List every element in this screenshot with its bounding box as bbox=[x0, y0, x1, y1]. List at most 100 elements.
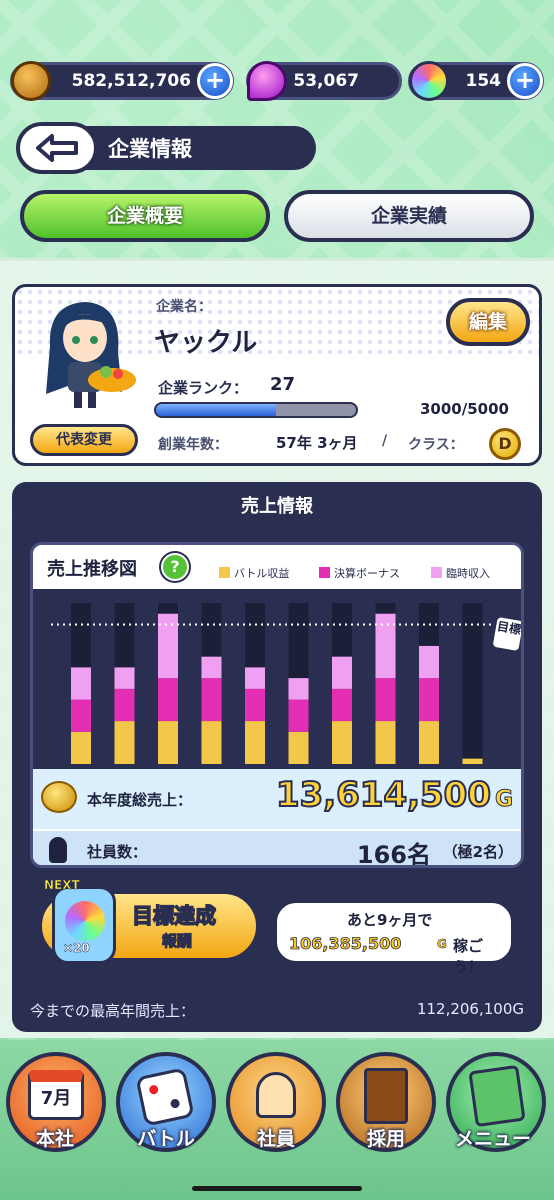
goal-count: ×20 bbox=[63, 941, 90, 956]
total-sales-value: 13,614,500 bbox=[275, 774, 492, 816]
total-sales-row: 本年度総売上： 13,614,500 G bbox=[33, 769, 521, 829]
change-representative-button[interactable]: 代表変更 bbox=[30, 424, 138, 456]
bar-segment-0-4 bbox=[245, 721, 265, 764]
bar-segment-2-4 bbox=[245, 667, 265, 689]
company-name-label: 企業名： bbox=[156, 299, 212, 315]
bar-segment-2-2 bbox=[158, 613, 178, 679]
sales-chart-box: 売上推移図 ? バトル収益 決算ボーナス 臨時収入 目標 本年度総売上： 13,… bbox=[30, 542, 524, 868]
staff-label: 社員数： bbox=[87, 843, 148, 861]
employee-icon bbox=[256, 1072, 296, 1118]
rainbow-orb-icon bbox=[65, 901, 105, 941]
goal-amount: 106,385,500 bbox=[289, 934, 402, 954]
back-arrow-icon bbox=[36, 134, 78, 162]
bar-segment-1-5 bbox=[288, 699, 309, 732]
bar-segment-0-5 bbox=[288, 731, 309, 764]
founded-value: 57年 3ヶ月 bbox=[276, 434, 358, 452]
bar-segment-1-0 bbox=[71, 699, 91, 732]
bar-segment-0-3 bbox=[201, 721, 222, 764]
separator: / bbox=[382, 433, 388, 449]
legend-battle: バトル収益 bbox=[219, 565, 289, 581]
chart-header: 売上推移図 ? バトル収益 決算ボーナス 臨時収入 bbox=[33, 545, 521, 589]
dice-icon bbox=[135, 1067, 195, 1127]
page-title: 企業情報 bbox=[108, 137, 192, 161]
reward-orb-box: ×20 bbox=[52, 886, 116, 964]
company-name: ヤックル bbox=[154, 328, 258, 358]
person-icon bbox=[49, 837, 67, 863]
total-sales-label: 本年度総売上： bbox=[87, 791, 193, 809]
rank-progress-bar bbox=[154, 402, 358, 418]
help-icon[interactable]: ? bbox=[161, 553, 189, 581]
staff-count: 166名 bbox=[356, 841, 431, 868]
founded-label: 創業年数： bbox=[158, 437, 228, 453]
bar-segment-2-8 bbox=[419, 645, 439, 679]
menu-book-icon bbox=[468, 1064, 526, 1128]
bar-track bbox=[462, 603, 483, 764]
bar-segment-1-7 bbox=[375, 678, 396, 722]
gem-counter[interactable]: 53,067 bbox=[246, 61, 402, 101]
add-orbs-button[interactable]: + bbox=[507, 63, 543, 99]
staff-extra: （極2名） bbox=[442, 843, 513, 861]
class-badge: D bbox=[489, 428, 521, 460]
best-sales-label: 今までの最高年間売上： bbox=[30, 1002, 196, 1020]
goal-message-2: 稼ごう！ bbox=[453, 937, 484, 976]
orb-value: 154 bbox=[465, 71, 502, 91]
bar-segment-2-3 bbox=[201, 656, 222, 679]
goal-message-bubble: あと9ヶ月で 106,385,500 G 稼ごう！ bbox=[274, 900, 514, 976]
company-rank-label: 企業ランク： bbox=[158, 379, 249, 397]
add-coins-button[interactable]: + bbox=[197, 63, 233, 99]
bar-segment-0-1 bbox=[114, 721, 135, 764]
rank-exp-value: 3000/5000 bbox=[420, 400, 509, 418]
coin-value: 582,512,706 bbox=[71, 71, 191, 91]
back-button[interactable] bbox=[16, 122, 98, 174]
bar-segment-1-8 bbox=[419, 678, 439, 722]
bar-segment-0-2 bbox=[158, 721, 178, 764]
representative-avatar[interactable] bbox=[30, 296, 140, 414]
bar-segment-0-8 bbox=[419, 721, 439, 764]
legend-battle-label: バトル収益 bbox=[234, 567, 290, 580]
bar-segment-1-3 bbox=[201, 678, 222, 722]
bar-segment-0-0 bbox=[71, 731, 91, 764]
rank-progress-fill bbox=[156, 404, 276, 416]
bar-segment-0-6 bbox=[332, 721, 352, 764]
orb-counter[interactable]: 154 + bbox=[408, 61, 544, 101]
goal-message-1: あと9ヶ月で bbox=[347, 911, 433, 929]
nav-recruit-label: 採用 bbox=[366, 1128, 405, 1150]
best-sales-value: 112,206,100G bbox=[416, 1000, 524, 1018]
home-indicator bbox=[192, 1186, 362, 1191]
goal-reward-button[interactable]: ×20 NEXT 目標達成 報酬 bbox=[38, 878, 260, 964]
drop-gem-icon bbox=[247, 61, 287, 101]
sales-bar-chart bbox=[51, 603, 495, 764]
legend-bonus: 決算ボーナス bbox=[319, 565, 400, 581]
sales-title: 売上情報 bbox=[241, 496, 313, 517]
legend-temp-label: 臨時収入 bbox=[446, 567, 490, 580]
class-label: クラス： bbox=[408, 437, 464, 453]
total-sales-unit: G bbox=[494, 787, 513, 813]
rainbow-orb-icon bbox=[409, 61, 449, 101]
company-rank-value: 27 bbox=[270, 374, 296, 395]
coin-stack-icon bbox=[41, 781, 77, 813]
nav-menu-label: メニュー bbox=[454, 1128, 531, 1150]
bar-segment-2-1 bbox=[114, 667, 135, 689]
tab-company-overview[interactable]: 企業概要 bbox=[20, 190, 270, 242]
coin-icon bbox=[11, 61, 51, 101]
bar-segment-2-6 bbox=[332, 656, 352, 689]
bar-segment-0-9 bbox=[462, 758, 483, 764]
staff-row: 社員数： 166名 （極2名） bbox=[33, 831, 521, 868]
next-tag: NEXT bbox=[44, 878, 80, 893]
edit-button[interactable]: 編集 bbox=[446, 298, 530, 346]
bar-segment-0-7 bbox=[375, 721, 396, 764]
gem-value: 53,067 bbox=[293, 71, 359, 91]
calendar-icon: 7月 bbox=[28, 1070, 84, 1120]
nav-battle-label: バトル bbox=[137, 1128, 195, 1150]
tab-company-achievements[interactable]: 企業実績 bbox=[284, 190, 534, 242]
nav-staff-label: 社員 bbox=[256, 1128, 295, 1150]
target-label: 目標 bbox=[490, 614, 521, 654]
bar-segment-1-2 bbox=[158, 678, 178, 722]
door-icon bbox=[364, 1068, 408, 1124]
bar-segment-2-5 bbox=[288, 678, 309, 700]
goal-unit: G bbox=[437, 937, 447, 952]
coin-counter[interactable]: 582,512,706 + bbox=[10, 61, 234, 101]
chart-title: 売上推移図 bbox=[47, 559, 137, 580]
goal-title: 目標達成 bbox=[131, 903, 217, 929]
nav-hq-label: 本社 bbox=[35, 1128, 74, 1150]
